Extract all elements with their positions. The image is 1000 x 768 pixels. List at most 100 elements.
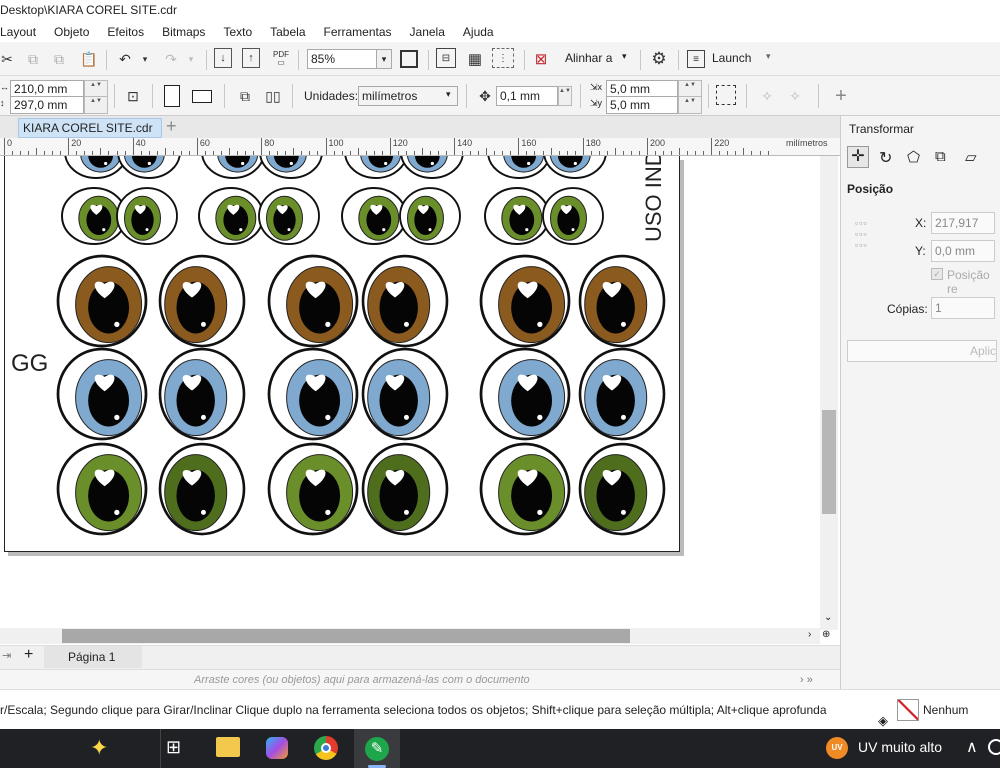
- height-icon: ↕: [0, 98, 5, 108]
- menu-objeto[interactable]: Objeto: [45, 22, 98, 42]
- transform2-disabled-icon[interactable]: ✧: [784, 85, 806, 107]
- file-explorer-icon[interactable]: [216, 737, 240, 757]
- ruler-minor-tick: [188, 151, 190, 155]
- page-height-spinner[interactable]: ▲▼: [84, 96, 108, 114]
- vertical-scrollbar[interactable]: [820, 156, 838, 630]
- copy-icon[interactable]: ⧉: [22, 48, 44, 70]
- ruler-minor-tick: [221, 151, 222, 155]
- paste-icon[interactable]: 📋: [78, 48, 100, 70]
- show-grid-icon[interactable]: ▦: [464, 48, 486, 70]
- rotate-tab-icon[interactable]: ↻: [879, 148, 892, 168]
- full-screen-icon[interactable]: [400, 50, 418, 68]
- menu-texto[interactable]: Texto: [214, 22, 261, 42]
- horizontal-ruler[interactable]: 0 20 40 60 80 100 120 140 160 180 200 220 milímetros: [0, 138, 840, 156]
- copilot-sparkle-icon[interactable]: ✦: [90, 735, 108, 761]
- eye-sparkle: [573, 161, 577, 166]
- align-to-button[interactable]: Alinhar a: [565, 51, 612, 65]
- menu-efeitos[interactable]: Efeitos: [98, 22, 153, 42]
- skew-tab-icon[interactable]: ▱: [965, 148, 977, 166]
- undo-icon[interactable]: ↶: [114, 48, 136, 70]
- show-guidelines-icon[interactable]: ⋮: [492, 48, 514, 68]
- current-page-icon[interactable]: ▯▯: [262, 85, 284, 107]
- units-select[interactable]: milímetros: [358, 86, 458, 106]
- redo-icon[interactable]: ↷: [160, 48, 182, 70]
- transform-disabled-icon[interactable]: ✧: [756, 85, 778, 107]
- size-label: GG: [11, 350, 49, 377]
- page-tab[interactable]: Página 1: [44, 646, 142, 668]
- copilot-app-icon[interactable]: [266, 737, 288, 759]
- no-fill-swatch[interactable]: [897, 699, 919, 721]
- paste-disabled-icon[interactable]: ⧉: [48, 48, 70, 70]
- uv-weather-icon[interactable]: UV: [826, 737, 848, 759]
- show-hidden-icons-chevron-icon[interactable]: ∧: [966, 737, 978, 757]
- menu-layout[interactable]: Layout: [0, 22, 45, 42]
- eye-sparkle: [620, 321, 626, 327]
- add-toolbar-icon[interactable]: +: [830, 85, 852, 107]
- eye-sparkle: [200, 414, 206, 420]
- chrome-icon[interactable]: [314, 736, 338, 760]
- redo-dropdown-icon[interactable]: ▾: [180, 48, 202, 70]
- all-pages-icon[interactable]: ⧉: [234, 85, 256, 107]
- document-tab[interactable]: KIARA COREL SITE.cdr: [18, 118, 162, 138]
- size-tab-icon[interactable]: ⧉: [935, 148, 946, 165]
- copies-field[interactable]: 1: [931, 297, 995, 319]
- ruler-minor-tick: [735, 151, 737, 155]
- menu-tabela[interactable]: Tabela: [261, 22, 314, 42]
- show-rulers-icon[interactable]: ⊟: [436, 48, 456, 68]
- document-page[interactable]: GG USO INDIV: [4, 156, 680, 552]
- bleed-area-icon[interactable]: [716, 85, 736, 105]
- x-position-field[interactable]: 217,917 mı: [931, 212, 995, 250]
- tray-icon[interactable]: [988, 739, 1000, 755]
- page-nav-last-icon[interactable]: ⇥: [2, 649, 11, 662]
- align-to-dropdown-icon[interactable]: ▾: [622, 51, 627, 62]
- launch-button[interactable]: Launch: [712, 51, 751, 65]
- duplicate-y-field[interactable]: 5,0 mm: [606, 96, 678, 114]
- coreldraw-taskbar-button[interactable]: ✎: [354, 729, 400, 768]
- palette-scroll-icon[interactable]: › »: [800, 670, 813, 690]
- weather-text[interactable]: UV muito alto: [858, 739, 942, 755]
- import-icon[interactable]: ↓: [214, 48, 232, 68]
- ruler-minor-tick: [365, 151, 367, 155]
- zoom-fit-icon[interactable]: ⊕: [822, 629, 830, 640]
- eye-sparkle: [145, 228, 149, 232]
- ruler-minor-tick: [124, 151, 126, 155]
- export-icon[interactable]: ↑: [242, 48, 260, 68]
- launch-icon[interactable]: ≡: [687, 50, 705, 68]
- portrait-button[interactable]: [164, 85, 180, 107]
- launch-dropdown-icon[interactable]: ▾: [766, 51, 771, 62]
- scroll-right-icon[interactable]: ›: [808, 629, 811, 640]
- nudge-distance-field[interactable]: 0,1 mm: [496, 86, 558, 106]
- menu-bitmaps[interactable]: Bitmaps: [153, 22, 214, 42]
- menu-janela[interactable]: Janela: [401, 22, 454, 42]
- mirror-tab-icon[interactable]: ⬠: [907, 148, 920, 166]
- undo-dropdown-icon[interactable]: ▾: [134, 48, 156, 70]
- duplicate-y-spinner[interactable]: ▲▼: [678, 96, 702, 114]
- page-orientation-lock-icon[interactable]: ⊡: [122, 85, 144, 107]
- vertical-scroll-thumb[interactable]: [822, 410, 836, 514]
- anchor-grid-icon[interactable]: ▫▫▫ ▫▫▫ ▫▫▫: [855, 218, 889, 252]
- zoom-level-field[interactable]: 85%: [307, 49, 377, 69]
- units-dropdown-icon[interactable]: ▾: [446, 89, 451, 100]
- nudge-spinner[interactable]: ▲▼: [558, 86, 572, 106]
- landscape-button[interactable]: [192, 90, 212, 103]
- page-height-field[interactable]: 297,0 mm: [10, 96, 84, 114]
- menu-ferramentas[interactable]: Ferramentas: [315, 22, 401, 42]
- task-view-icon[interactable]: ⊞: [166, 737, 181, 758]
- y-position-field[interactable]: 0,0 mm: [931, 240, 995, 262]
- cut-icon[interactable]: ✂: [0, 48, 18, 70]
- add-page-icon[interactable]: +: [24, 646, 33, 664]
- publish-pdf-icon[interactable]: PDF ▭: [270, 48, 292, 70]
- apply-button[interactable]: Aplic: [847, 340, 997, 362]
- scroll-down-icon[interactable]: ⌄: [824, 612, 832, 623]
- relative-position-checkbox[interactable]: ✓: [931, 268, 943, 280]
- new-tab-icon[interactable]: +: [166, 116, 177, 137]
- document-palette[interactable]: Arraste cores (ou objetos) aqui para arm…: [0, 669, 840, 689]
- options-gear-icon[interactable]: ⚙: [648, 48, 670, 70]
- snap-off-icon[interactable]: ⊠: [530, 48, 552, 70]
- property-bar: ↔ 210,0 mm ▲▼ ↕ 297,0 mm ▲▼ ⊡ ⧉ ▯▯ Unida…: [0, 76, 1000, 116]
- ruler-minor-tick: [229, 148, 231, 155]
- zoom-dropdown-icon[interactable]: ▾: [376, 49, 392, 69]
- horizontal-scroll-thumb[interactable]: [62, 629, 630, 643]
- position-tab-icon[interactable]: ✛: [847, 146, 869, 168]
- menu-ajuda[interactable]: Ajuda: [454, 22, 503, 42]
